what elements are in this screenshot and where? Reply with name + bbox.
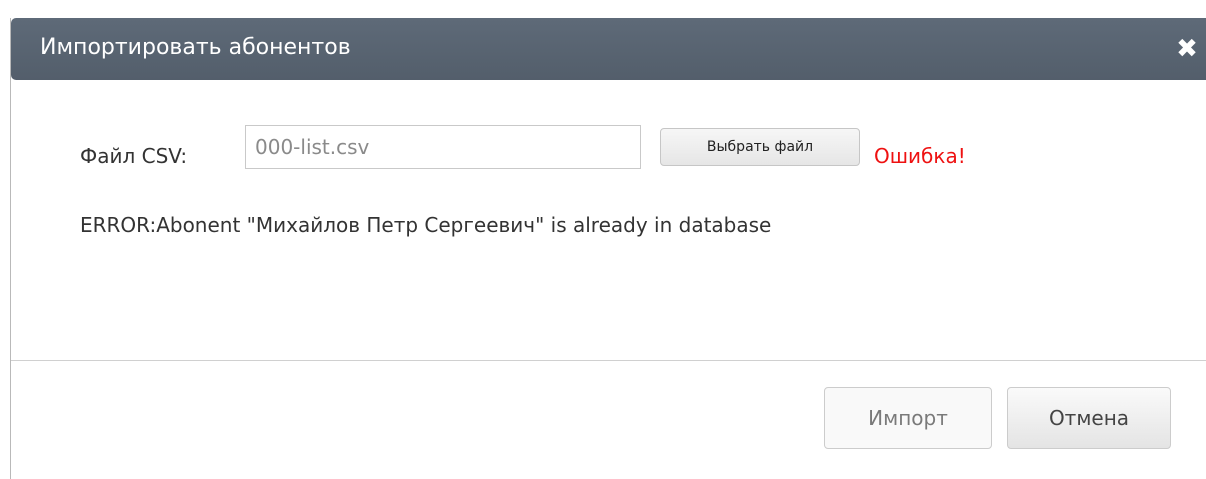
footer-divider [11,360,1206,361]
cancel-button[interactable]: Отмена [1007,387,1171,449]
choose-file-button[interactable]: Выбрать файл [660,128,860,166]
import-subscribers-dialog: Импортировать абонентов ✖ Файл CSV: Выбр… [10,18,1206,479]
close-icon[interactable]: ✖ [1170,32,1204,66]
error-status-label: Ошибка! [874,144,966,168]
import-button[interactable]: Импорт [824,387,992,449]
dialog-title: Импортировать абонентов [40,35,351,60]
error-message: ERROR:Abonent "Михайлов Петр Сергеевич" … [80,213,772,237]
csv-file-label: Файл CSV: [80,144,188,168]
dialog-titlebar: Импортировать абонентов ✖ [11,18,1206,80]
csv-file-input[interactable] [245,125,641,169]
